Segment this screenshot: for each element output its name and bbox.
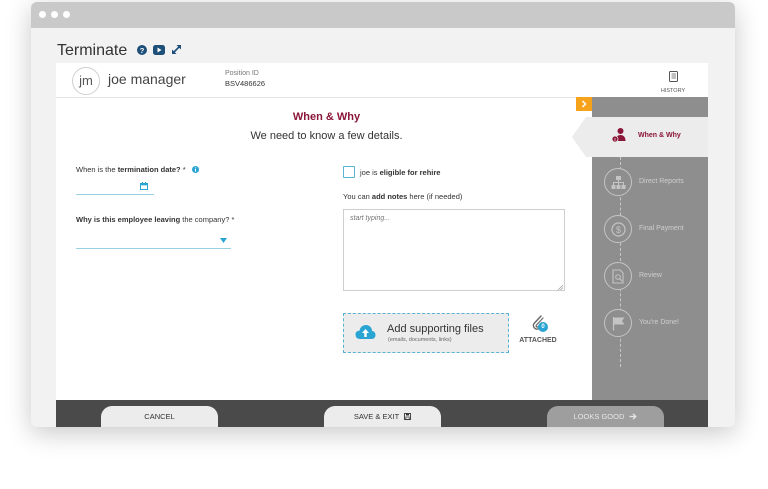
notes-label-pre: You can: [343, 192, 372, 201]
notes-label: You can add notes here (if needed): [343, 192, 462, 201]
notes-textarea[interactable]: [343, 209, 565, 291]
dollar-icon: $: [611, 222, 626, 237]
window-dot: [51, 11, 58, 18]
cancel-button[interactable]: CANCEL: [101, 406, 218, 427]
step-youre-done[interactable]: You're Done!: [604, 309, 708, 341]
employee-bar: jm joe manager Position ID BSV486626 HIS…: [56, 63, 708, 98]
cancel-button-label: CANCEL: [144, 412, 175, 421]
rehire-checkbox[interactable]: [343, 166, 355, 178]
chevron-right-icon: [581, 100, 587, 108]
looks-good-button-label: LOOKS GOOD: [573, 412, 625, 421]
document-search-icon: [612, 269, 624, 284]
section-subtitle: We need to know a few details.: [250, 130, 403, 142]
save-exit-button[interactable]: SAVE & EXIT: [324, 406, 441, 427]
reason-label-post: the company? *: [180, 215, 235, 224]
attached-label: ATTACHED: [519, 337, 557, 344]
history-label: HISTORY: [660, 88, 686, 94]
step-circle: [604, 168, 632, 196]
footer-bar: CANCEL SAVE & EXIT LOOKS GOOD: [56, 400, 708, 427]
window-dot: [63, 11, 70, 18]
step-when-why[interactable]: ! When & Why: [604, 120, 708, 152]
attached-counter: 0 ATTACHED: [517, 313, 559, 344]
attached-count: 0: [538, 322, 548, 332]
svg-text:$: $: [616, 225, 621, 235]
termination-date-label-post: *: [180, 165, 186, 174]
step-label: You're Done!: [639, 319, 679, 326]
terminate-card: jm joe manager Position ID BSV486626 HIS…: [56, 63, 708, 427]
step-label: Review: [639, 272, 662, 279]
notes-label-bold: add notes: [371, 192, 408, 201]
rehire-label: joe is eligible for rehire: [360, 168, 440, 177]
step-circle: [604, 309, 632, 337]
rehire-label-bold: eligible for rehire: [379, 168, 441, 177]
employee-name: joe manager: [108, 71, 186, 87]
upload-title: Add supporting files: [387, 323, 484, 335]
position-id-value: BSV486626: [225, 79, 266, 88]
history-button[interactable]: HISTORY: [658, 69, 688, 94]
svg-text:?: ?: [140, 46, 145, 55]
window-titlebar: [31, 2, 735, 28]
info-icon[interactable]: [191, 166, 199, 173]
step-direct-reports[interactable]: Direct Reports: [604, 168, 708, 200]
calendar-icon[interactable]: [140, 182, 148, 190]
video-play-icon[interactable]: [153, 42, 166, 60]
rehire-label-pre: joe is: [360, 168, 380, 177]
flag-icon: [612, 317, 625, 331]
looks-good-button[interactable]: LOOKS GOOD: [547, 406, 664, 427]
upload-subtitle: (emails, documents, links): [388, 337, 452, 343]
notes-label-post: here (if needed): [407, 192, 463, 201]
position-id-label: Position ID: [225, 70, 259, 77]
avatar: jm: [72, 67, 100, 95]
app-header: Terminate ?: [57, 40, 182, 62]
step-label: When & Why: [638, 132, 681, 139]
reason-label: Why is this employee leaving the company…: [76, 215, 234, 224]
termination-date-label-bold: termination date?: [117, 165, 181, 174]
step-label: Direct Reports: [639, 178, 684, 185]
browser-window: Terminate ? jm joe manager Position ID B…: [31, 2, 735, 427]
attachment-badge: 0: [528, 313, 548, 335]
add-supporting-files-button[interactable]: Add supporting files (emails, documents,…: [343, 313, 509, 353]
expand-arrows-icon[interactable]: [171, 42, 182, 60]
section-title: When & Why: [292, 111, 361, 123]
cloud-upload-icon: [355, 325, 376, 339]
termination-date-label: When is the termination date? *: [76, 165, 199, 174]
sidebar-toggle[interactable]: [576, 97, 592, 111]
reason-select[interactable]: [76, 248, 231, 249]
page-title: Terminate: [57, 42, 128, 59]
step-circle: $: [604, 215, 632, 243]
step-review[interactable]: Review: [604, 262, 708, 294]
org-chart-icon: [611, 176, 626, 189]
step-label: Final Payment: [639, 225, 684, 232]
person-alert-icon: !: [611, 128, 626, 143]
floppy-disk-icon: [404, 413, 412, 420]
chevron-down-icon[interactable]: [220, 238, 227, 243]
reason-label-bold: Why is this employee leaving: [76, 215, 181, 224]
step-circle: [604, 262, 632, 290]
book-icon: [668, 71, 678, 82]
step-final-payment[interactable]: $ Final Payment: [604, 215, 708, 247]
termination-date-label-pre: When is the: [76, 165, 118, 174]
arrow-right-icon: [629, 413, 638, 420]
window-dot: [39, 11, 46, 18]
help-circle-icon[interactable]: ?: [137, 42, 148, 60]
resize-grip-icon[interactable]: [558, 285, 563, 290]
progress-sidebar: ! When & Why Direct Reports $ Final Paym…: [572, 97, 708, 400]
termination-date-input[interactable]: [76, 194, 154, 195]
save-exit-button-label: SAVE & EXIT: [353, 412, 400, 421]
